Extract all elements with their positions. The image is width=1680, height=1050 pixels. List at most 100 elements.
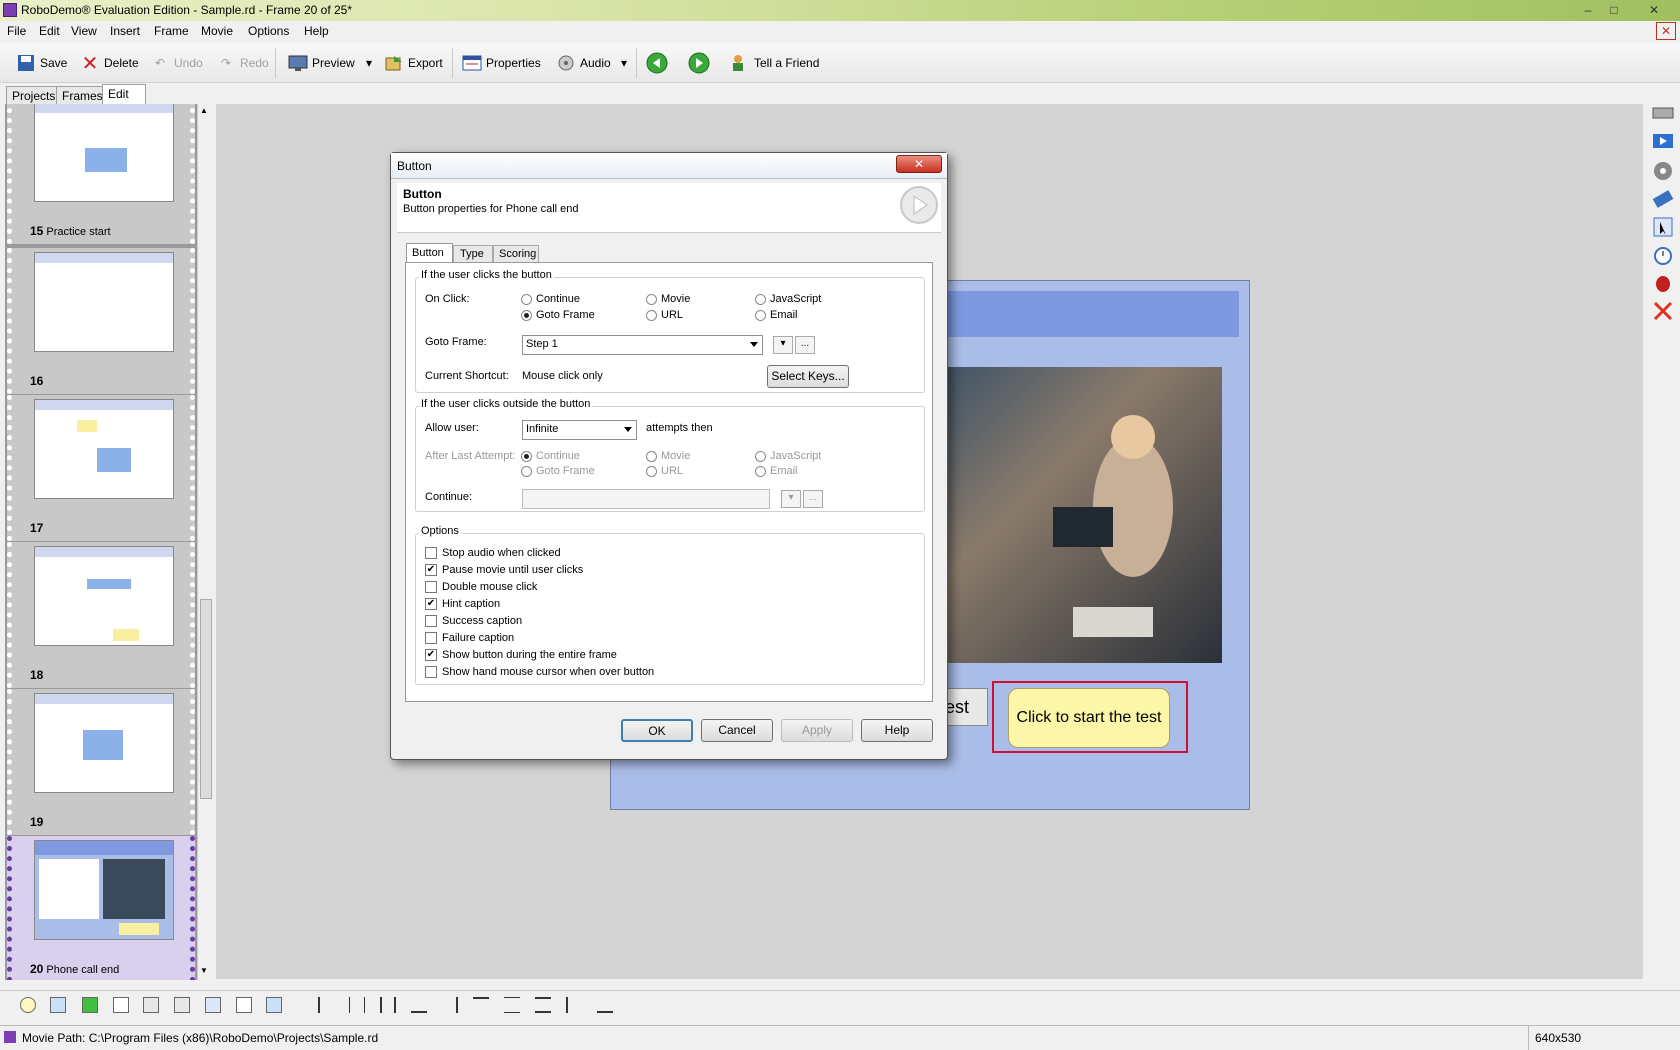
continue-browse-button[interactable]: ...: [803, 490, 823, 508]
tab-projects[interactable]: Projects: [6, 86, 62, 104]
frame-thumb-15[interactable]: 15 Practice start: [7, 104, 195, 244]
highlight-tool-icon[interactable]: [82, 997, 98, 1013]
checkbox-checked-icon[interactable]: ✔: [425, 598, 437, 610]
text-tool-icon[interactable]: [236, 997, 252, 1013]
option-checkbox[interactable]: Success caption: [425, 615, 522, 627]
checkbox-checked-icon[interactable]: ✔: [425, 649, 437, 661]
apply-button[interactable]: Apply: [781, 719, 853, 742]
continue-dropdown-button[interactable]: ▾: [781, 490, 801, 508]
radio-goto-frame[interactable]: Goto Frame: [521, 309, 595, 321]
align-left-icon[interactable]: [318, 997, 334, 1013]
delete-button[interactable]: ✕ Delete: [80, 51, 139, 75]
align-top-icon[interactable]: [473, 997, 489, 1013]
after-radio-continue[interactable]: Continue: [521, 450, 580, 462]
preview-dropdown-icon[interactable]: ▾: [366, 51, 372, 75]
menu-insert[interactable]: Insert: [110, 24, 140, 38]
menu-frame[interactable]: Frame: [154, 24, 189, 38]
frame-thumb-17[interactable]: 17: [7, 395, 195, 541]
select-keys-button[interactable]: Select Keys...: [767, 365, 849, 388]
cursor-icon[interactable]: [1652, 216, 1674, 238]
scroll-thumb[interactable]: [200, 599, 212, 799]
after-radio-url[interactable]: URL: [646, 465, 683, 477]
save-button[interactable]: Save: [16, 51, 67, 75]
ellipse-tool-icon[interactable]: [20, 997, 36, 1013]
option-checkbox[interactable]: Show hand mouse cursor when over button: [425, 666, 654, 678]
button-tool-icon[interactable]: [174, 997, 190, 1013]
audio-dropdown-icon[interactable]: ▾: [621, 51, 627, 75]
menu-options[interactable]: Options: [248, 24, 289, 38]
click-box-tool-icon[interactable]: [143, 997, 159, 1013]
movie-icon[interactable]: [1652, 130, 1674, 152]
menu-help[interactable]: Help: [304, 24, 329, 38]
checkbox-unchecked-icon[interactable]: [425, 666, 437, 678]
undo-button[interactable]: ↶ Undo: [150, 51, 203, 75]
after-radio-goto-frame[interactable]: Goto Frame: [521, 465, 595, 477]
scroll-up-icon[interactable]: ▲: [200, 106, 208, 115]
frame-dropdown-button[interactable]: ▾: [773, 336, 793, 354]
allow-user-select[interactable]: Infinite: [522, 420, 637, 440]
menu-movie[interactable]: Movie: [201, 24, 233, 38]
back-arrow-icon[interactable]: [646, 51, 668, 75]
after-radio-email[interactable]: Email: [755, 465, 798, 477]
checkbox-unchecked-icon[interactable]: [425, 615, 437, 627]
browse-button[interactable]: ...: [795, 336, 815, 354]
audio-button[interactable]: Audio: [556, 51, 611, 75]
tab-type[interactable]: Type: [453, 245, 493, 263]
frame-thumb-18[interactable]: 18: [7, 542, 195, 688]
maximize-button[interactable]: □: [1601, 1, 1627, 19]
forward-arrow-icon[interactable]: [688, 51, 710, 75]
checkbox-checked-icon[interactable]: ✔: [425, 564, 437, 576]
close-button[interactable]: ✕: [1641, 1, 1667, 19]
tab-scoring[interactable]: Scoring: [493, 245, 539, 263]
minimize-button[interactable]: –: [1575, 1, 1601, 19]
align-vmiddle-icon[interactable]: [535, 997, 551, 1013]
distribute-horizontal-icon[interactable]: [411, 997, 427, 1013]
option-checkbox[interactable]: Double mouse click: [425, 581, 537, 593]
mdi-close-icon[interactable]: ✕: [1656, 22, 1676, 40]
cancel-button[interactable]: Cancel: [701, 719, 773, 742]
scroll-down-icon[interactable]: ▼: [200, 966, 208, 975]
hint-caption[interactable]: Click to start the test: [992, 681, 1188, 753]
distribute-vertical-icon[interactable]: [566, 997, 582, 1013]
after-radio-movie[interactable]: Movie: [646, 450, 690, 462]
bug-icon[interactable]: [1652, 272, 1674, 294]
properties-button[interactable]: Properties: [462, 51, 541, 75]
menu-view[interactable]: View: [71, 24, 97, 38]
frame-tool-icon[interactable]: [266, 997, 282, 1013]
radio-email[interactable]: Email: [755, 309, 798, 321]
dialog-close-button[interactable]: ✕: [896, 155, 942, 173]
option-checkbox[interactable]: ✔ Hint caption: [425, 598, 500, 610]
radio-continue[interactable]: Continue: [521, 293, 580, 305]
timer-icon[interactable]: [1652, 244, 1674, 266]
align-vcenter-icon[interactable]: [504, 997, 520, 1013]
tell-a-friend-button[interactable]: Tell a Friend: [730, 51, 819, 75]
frame-thumb-16[interactable]: 16: [7, 248, 195, 394]
checkbox-unchecked-icon[interactable]: [425, 547, 437, 559]
option-checkbox[interactable]: ✔ Show button during the entire frame: [425, 649, 617, 661]
tab-button[interactable]: Button: [406, 243, 453, 263]
image-tool-icon[interactable]: [50, 997, 66, 1013]
ok-button[interactable]: OK: [621, 719, 693, 742]
goto-frame-select[interactable]: Step 1: [522, 335, 763, 355]
no-tool-icon[interactable]: [1652, 300, 1674, 322]
preview-button[interactable]: Preview: [288, 51, 355, 75]
option-checkbox[interactable]: ✔ Pause movie until user clicks: [425, 564, 583, 576]
menu-file[interactable]: File: [7, 24, 26, 38]
export-button[interactable]: Export: [384, 51, 443, 75]
menu-edit[interactable]: Edit: [39, 24, 60, 38]
tab-frames[interactable]: Frames: [56, 86, 109, 104]
ruler-icon[interactable]: [1652, 188, 1674, 210]
radio-javascript[interactable]: JavaScript: [755, 293, 821, 305]
filmstrip-scrollbar[interactable]: ▲ ▼: [197, 104, 214, 980]
radio-url[interactable]: URL: [646, 309, 683, 321]
align-middle-icon[interactable]: [380, 997, 396, 1013]
frame-thumb-19[interactable]: 19: [7, 689, 195, 835]
align-center-icon[interactable]: [349, 997, 365, 1013]
align-bottom-icon[interactable]: [597, 997, 613, 1013]
radio-movie[interactable]: Movie: [646, 293, 690, 305]
option-checkbox[interactable]: Failure caption: [425, 632, 514, 644]
film-reel-icon[interactable]: [1652, 160, 1674, 182]
after-radio-javascript[interactable]: JavaScript: [755, 450, 821, 462]
redo-button[interactable]: ↷ Redo: [216, 51, 269, 75]
rollover-tool-icon[interactable]: [205, 997, 221, 1013]
